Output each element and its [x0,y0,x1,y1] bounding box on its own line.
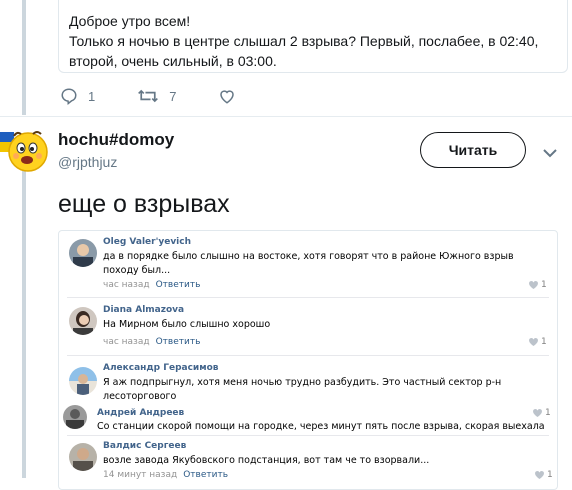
comment-like[interactable]: 1 [535,470,553,480]
display-name[interactable]: hochu#domoy [58,130,174,150]
commenter-avatar [69,239,97,267]
thread-line [22,170,26,478]
comment-meta: час назад Ответить [103,337,200,347]
heart-icon [529,338,538,346]
thread-line [22,0,26,115]
like-button[interactable] [218,87,236,105]
like-count: 1 [547,470,553,480]
comment-like[interactable]: 1 [533,408,551,418]
retweet-icon [137,87,159,105]
quoted-line: второй, очень сильный, в 03:00. [69,53,277,69]
comment-divider [67,355,549,356]
retweet-count: 7 [169,88,177,104]
comment-author[interactable]: Diana Almazova [103,305,184,315]
comment-like[interactable]: 1 [529,337,547,347]
reply-link[interactable]: Ответить [183,470,228,480]
heart-icon [218,87,236,105]
like-count: 1 [545,408,551,418]
comment-divider [67,297,549,298]
commenter-avatar [69,443,97,471]
like-count: 1 [541,337,547,347]
comment-time: час назад [103,280,150,290]
quoted-line: Только я ночью в центре слышал 2 взрыва?… [69,33,539,49]
comment-text: да в порядке было слышно на востоке, хот… [103,251,514,276]
reply-count: 1 [88,88,96,104]
user-handle[interactable]: @rjpthjuz [58,154,117,170]
commenter-avatar [69,307,97,335]
commenter-avatar [63,405,87,429]
comment-text: На Мирном было слышно хорошо [103,319,271,330]
comment-meta: 14 минут назад Ответить [103,470,228,480]
comment-text: Я аж подпрыгнул, хотя меня ночью трудно … [103,377,502,402]
quoted-line: Доброе утро всем! [69,13,191,29]
comment-text: возле завода Якубовского подстанция, вот… [103,455,430,466]
comment-meta: час назад Ответить [103,280,200,290]
tweet-divider [0,116,572,117]
comment-divider [67,435,549,436]
reply-icon [60,87,78,105]
comment-time: час назад [103,337,150,347]
heart-icon [529,281,538,289]
tweet-actions: 1 7 [60,86,278,106]
like-count: 1 [541,280,547,290]
comment-author[interactable]: Oleg Valer'yevich [103,237,191,247]
comments-screenshot: Oleg Valer'yevich да в порядке было слыш… [58,230,558,490]
comment-text: Со станции скорой помощи на городке, чер… [97,421,545,432]
quoted-text-card: Доброе утро всем! Только я ночью в центр… [58,0,568,73]
comment-author[interactable]: Валдис Сергеев [103,441,186,451]
retweet-button[interactable]: 7 [137,87,176,105]
reply-link[interactable]: Ответить [156,337,201,347]
comment-author[interactable]: Александр Герасимов [103,363,218,373]
comment-time: 14 минут назад [103,470,178,480]
comment-author[interactable]: Андрей Андреев [97,408,184,418]
reply-button[interactable]: 1 [60,87,95,105]
tweet-text: еще о взрывах [58,190,230,218]
comment-like[interactable]: 1 [529,280,547,290]
comment-item: Андрей Андреев Со станции скорой помощи … [59,403,557,433]
chevron-down-icon[interactable] [543,145,557,163]
commenter-avatar [69,367,97,395]
heart-icon [533,409,542,417]
avatar[interactable] [0,124,50,174]
follow-button[interactable]: Читать [420,132,526,168]
reply-link[interactable]: Ответить [156,280,201,290]
